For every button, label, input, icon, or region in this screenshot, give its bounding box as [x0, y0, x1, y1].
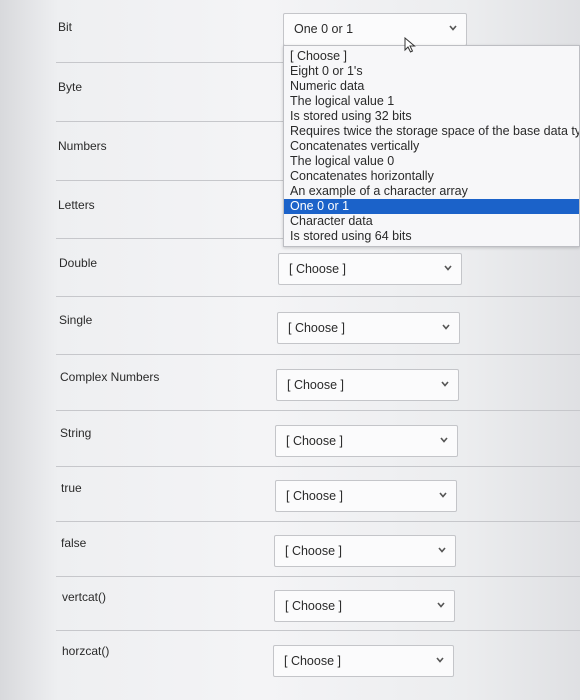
chevron-down-icon: [440, 437, 448, 443]
row-divider: [56, 410, 580, 411]
chevron-down-icon: [444, 265, 452, 271]
term-label: Complex Numbers: [60, 370, 160, 384]
row-divider: [56, 354, 580, 355]
term-label: String: [60, 426, 92, 440]
row-divider: [56, 630, 580, 631]
answer-select-complex-numbers[interactable]: [ Choose ]: [276, 369, 459, 401]
select-value: [ Choose ]: [286, 489, 343, 503]
select-value: [ Choose ]: [288, 321, 345, 335]
select-value: [ Choose ]: [287, 378, 344, 392]
chevron-down-icon: [449, 25, 457, 31]
answer-select-string[interactable]: [ Choose ]: [275, 425, 458, 457]
term-label: Single: [59, 313, 93, 327]
dropdown-list[interactable]: [ Choose ] Eight 0 or 1's Numeric data T…: [283, 45, 580, 247]
row-divider: [56, 521, 580, 522]
term-label: Byte: [58, 80, 83, 94]
select-value: [ Choose ]: [285, 599, 342, 613]
chevron-down-icon: [442, 324, 450, 330]
dropdown-option-selected[interactable]: One 0 or 1: [284, 199, 579, 214]
dropdown-option[interactable]: Is stored using 32 bits: [284, 109, 579, 124]
dropdown-option[interactable]: Eight 0 or 1's: [284, 64, 579, 79]
answer-select-horzcat[interactable]: [ Choose ]: [273, 645, 454, 677]
chevron-down-icon: [436, 657, 444, 663]
answer-select-bit[interactable]: One 0 or 1: [283, 13, 467, 46]
answer-select-single[interactable]: [ Choose ]: [277, 312, 460, 344]
pointer-cursor-icon: [404, 37, 416, 53]
term-label: Double: [59, 256, 98, 270]
dropdown-option[interactable]: Numeric data: [284, 79, 579, 94]
answer-select-false[interactable]: [ Choose ]: [274, 535, 456, 567]
dropdown-option[interactable]: Character data: [284, 214, 579, 229]
chevron-down-icon: [437, 602, 445, 608]
dropdown-option[interactable]: [ Choose ]: [284, 49, 579, 64]
answer-select-double[interactable]: [ Choose ]: [278, 253, 462, 285]
select-value: [ Choose ]: [289, 262, 346, 276]
term-label: Letters: [58, 198, 95, 212]
answer-select-vertcat[interactable]: [ Choose ]: [274, 590, 455, 622]
chevron-down-icon: [439, 492, 447, 498]
select-value: [ Choose ]: [286, 434, 343, 448]
term-label: Numbers: [58, 139, 107, 153]
row-divider: [56, 576, 580, 577]
select-value: [ Choose ]: [284, 654, 341, 668]
dropdown-option[interactable]: The logical value 1: [284, 94, 579, 109]
term-label: true: [61, 481, 82, 495]
quiz-matching-sheet: Bit Byte Numbers Letters Double Single C…: [0, 0, 580, 700]
term-label: vertcat(): [62, 590, 107, 604]
term-label: Bit: [58, 20, 73, 34]
dropdown-option[interactable]: Is stored using 64 bits: [284, 229, 579, 244]
dropdown-option[interactable]: Concatenates vertically: [284, 139, 579, 154]
term-label: false: [61, 536, 87, 550]
chevron-down-icon: [438, 547, 446, 553]
dropdown-option[interactable]: Concatenates horizontally: [284, 169, 579, 184]
row-divider: [56, 466, 580, 467]
row-divider: [56, 296, 580, 297]
select-value: [ Choose ]: [285, 544, 342, 558]
select-value: One 0 or 1: [294, 22, 354, 36]
answer-select-true[interactable]: [ Choose ]: [275, 480, 457, 512]
chevron-down-icon: [441, 381, 449, 387]
term-label: horzcat(): [62, 644, 110, 658]
dropdown-option[interactable]: Requires twice the storage space of the …: [284, 124, 579, 139]
dropdown-option[interactable]: The logical value 0: [284, 154, 579, 169]
dropdown-option[interactable]: An example of a character array: [284, 184, 579, 199]
